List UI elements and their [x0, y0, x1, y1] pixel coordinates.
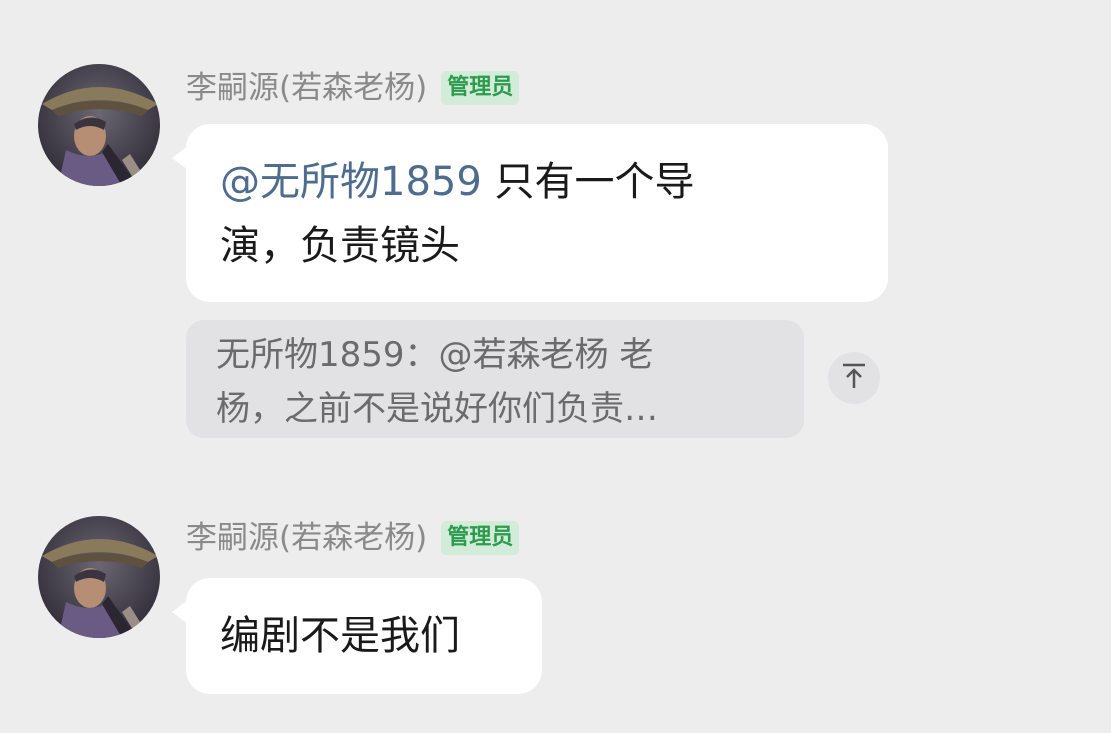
message-text: @无所物1859 只有一个导 [220, 150, 854, 214]
message-bubble[interactable]: 编剧不是我们 [172, 578, 542, 694]
sender-name[interactable]: 李嗣源(若森老杨) [186, 518, 427, 558]
quoted-text-line2: 杨，之前不是说好你们负责… [216, 389, 658, 429]
message-header: 李嗣源(若森老杨) 管理员 [186, 68, 520, 108]
admin-badge: 管理员 [441, 521, 520, 555]
quoted-text-line1: 无所物1859：@若森老杨 老 [216, 335, 654, 375]
message-text: 编剧不是我们 [220, 613, 460, 659]
user-avatar[interactable] [38, 64, 160, 186]
user-avatar[interactable] [38, 516, 160, 638]
mention-link[interactable]: @无所物1859 [220, 159, 482, 205]
bubble-tail [172, 146, 188, 170]
bubble-tail [172, 600, 188, 624]
quoted-reply[interactable]: 无所物1859：@若森老杨 老 杨，之前不是说好你们负责… [186, 320, 804, 438]
message-header: 李嗣源(若森老杨) 管理员 [186, 518, 520, 558]
jump-to-quote-button[interactable] [828, 352, 880, 404]
sender-name[interactable]: 李嗣源(若森老杨) [186, 68, 427, 108]
message-text-part: 只有一个导 [481, 159, 695, 205]
admin-badge: 管理员 [441, 71, 520, 105]
message-bubble[interactable]: @无所物1859 只有一个导 演，负责镜头 [172, 124, 888, 302]
arrow-up-to-bar-icon [841, 362, 867, 394]
message-text-line2: 演，负责镜头 [220, 223, 460, 269]
